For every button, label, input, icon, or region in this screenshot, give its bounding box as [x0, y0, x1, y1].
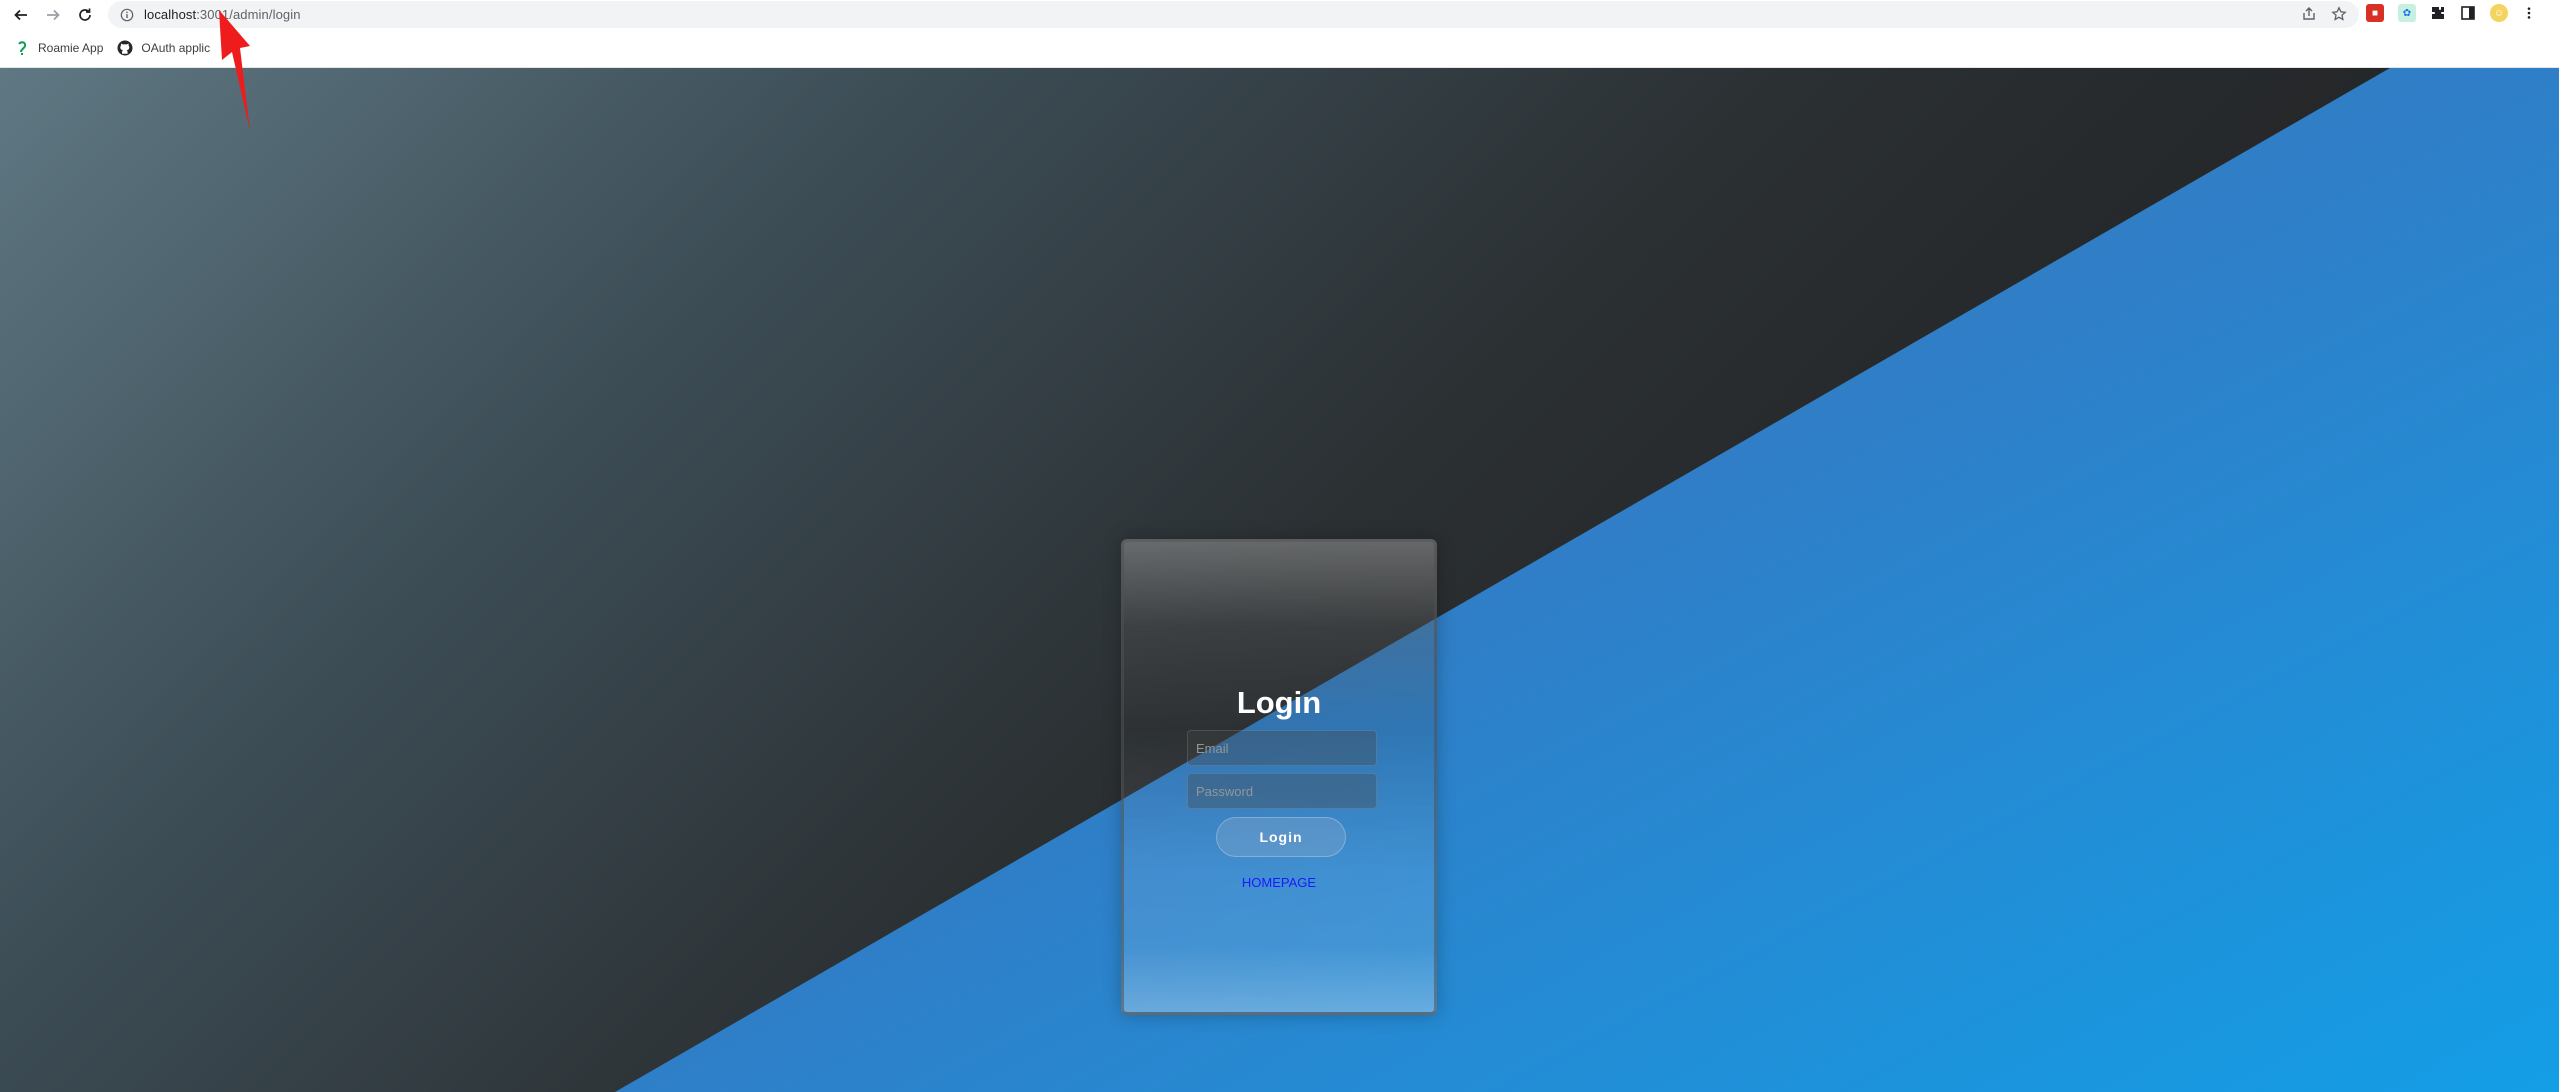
extension-color-icon[interactable]: ✿ — [2398, 4, 2416, 22]
site-info-icon[interactable] — [120, 8, 134, 22]
forward-arrow-icon — [47, 9, 60, 20]
bookmark-label: Roamie App — [38, 41, 104, 55]
extension-red-icon[interactable]: ■ — [2366, 4, 2384, 22]
address-bar-actions — [2301, 6, 2347, 22]
back-arrow-icon — [14, 9, 27, 20]
email-field[interactable] — [1187, 730, 1377, 766]
reload-button[interactable] — [74, 4, 96, 26]
profile-avatar-icon[interactable]: ☺ — [2490, 4, 2508, 22]
side-panel-icon[interactable] — [2460, 5, 2476, 21]
reload-icon — [79, 8, 91, 21]
bookmark-roamie-app[interactable]: Roamie App — [14, 40, 103, 56]
login-card: Login Login HOMEPAGE — [1121, 539, 1437, 1015]
forward-button[interactable] — [42, 4, 64, 26]
back-button[interactable] — [10, 4, 32, 26]
share-icon[interactable] — [2301, 6, 2317, 22]
address-bar[interactable]: localhost:3001/admin/login — [108, 1, 2359, 28]
url-host: localhost — [144, 7, 197, 22]
login-title: Login — [1236, 685, 1322, 720]
url-text[interactable]: localhost:3001/admin/login — [144, 7, 301, 22]
page-background: Login Login HOMEPAGE — [0, 68, 2559, 1092]
login-button[interactable]: Login — [1216, 817, 1346, 857]
homepage-link[interactable]: HOMEPAGE — [1124, 875, 1434, 890]
extensions-area: ■ ✿ ☺ — [2366, 4, 2536, 22]
github-icon — [117, 40, 133, 56]
puzzle-extensions-icon[interactable] — [2430, 5, 2446, 21]
bookmarks-bar: Roamie App OAuth applic — [0, 29, 2559, 68]
bookmark-label: OAuth applic — [141, 41, 211, 55]
url-path: :3001/admin/login — [196, 7, 301, 22]
bookmark-oauth-applications[interactable]: OAuth applic — [117, 40, 210, 56]
bookmark-star-icon[interactable] — [2331, 6, 2347, 22]
password-field[interactable] — [1187, 773, 1377, 809]
roamie-icon — [18, 41, 27, 55]
browser-toolbar: localhost:3001/admin/login ■ ✿ ☺ — [0, 0, 2559, 29]
menu-kebab-icon[interactable] — [2522, 5, 2536, 21]
